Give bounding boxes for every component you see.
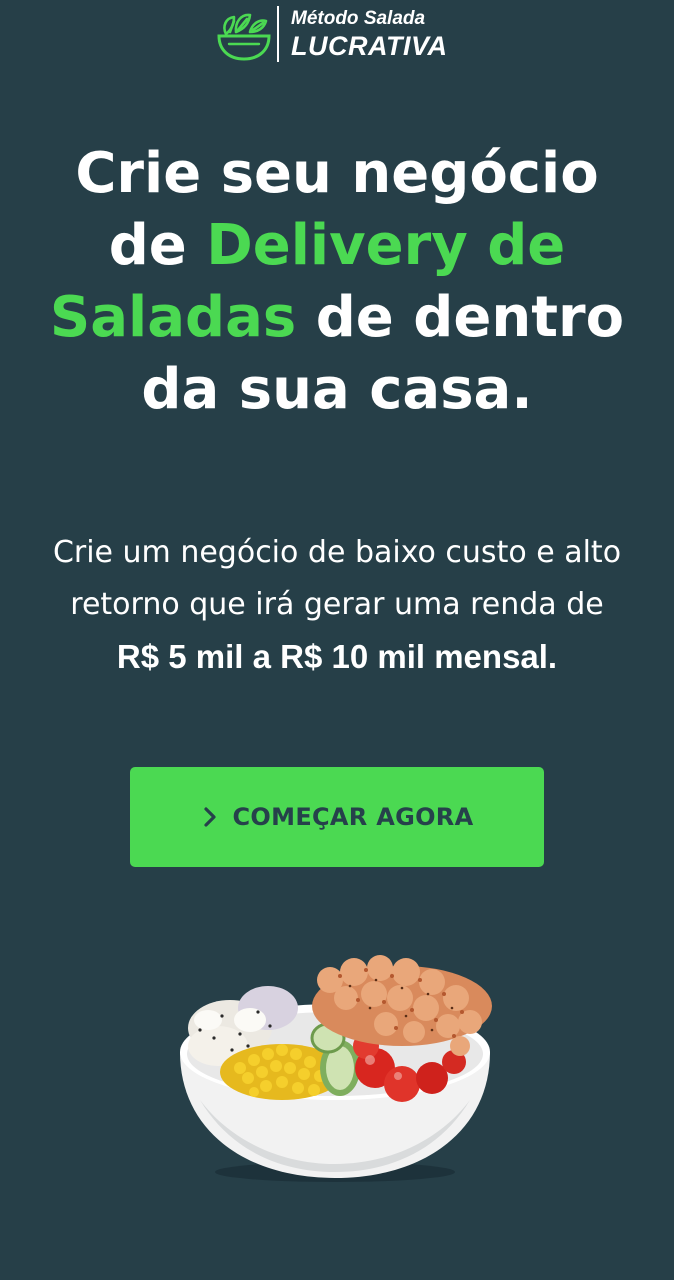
chevron-right-icon [203, 807, 216, 827]
logo-divider [277, 6, 279, 62]
hero-subtitle-income: R$ 5 mil a R$ 10 mil mensal. [116, 638, 558, 675]
logo[interactable]: Método Salada LUCRATIVA [216, 6, 466, 64]
start-now-button[interactable]: COMEÇAR AGORA [130, 767, 544, 867]
logo-title-line2: LUCRATIVA [291, 31, 448, 61]
hero-title: Crie seu negócio de Delivery de Saladas … [40, 138, 634, 426]
salad-bowl-icon [217, 13, 271, 61]
salad-bowl-photo [180, 955, 492, 1182]
start-now-label: COMEÇAR AGORA [232, 803, 474, 831]
hero-subtitle-text: Crie um negócio de baixo custo e alto re… [52, 535, 622, 622]
site-header: Método Salada LUCRATIVA [0, 0, 674, 70]
logo-title-line1: Método Salada [291, 8, 426, 29]
hero-subtitle: Crie um negócio de baixo custo e alto re… [40, 527, 634, 685]
